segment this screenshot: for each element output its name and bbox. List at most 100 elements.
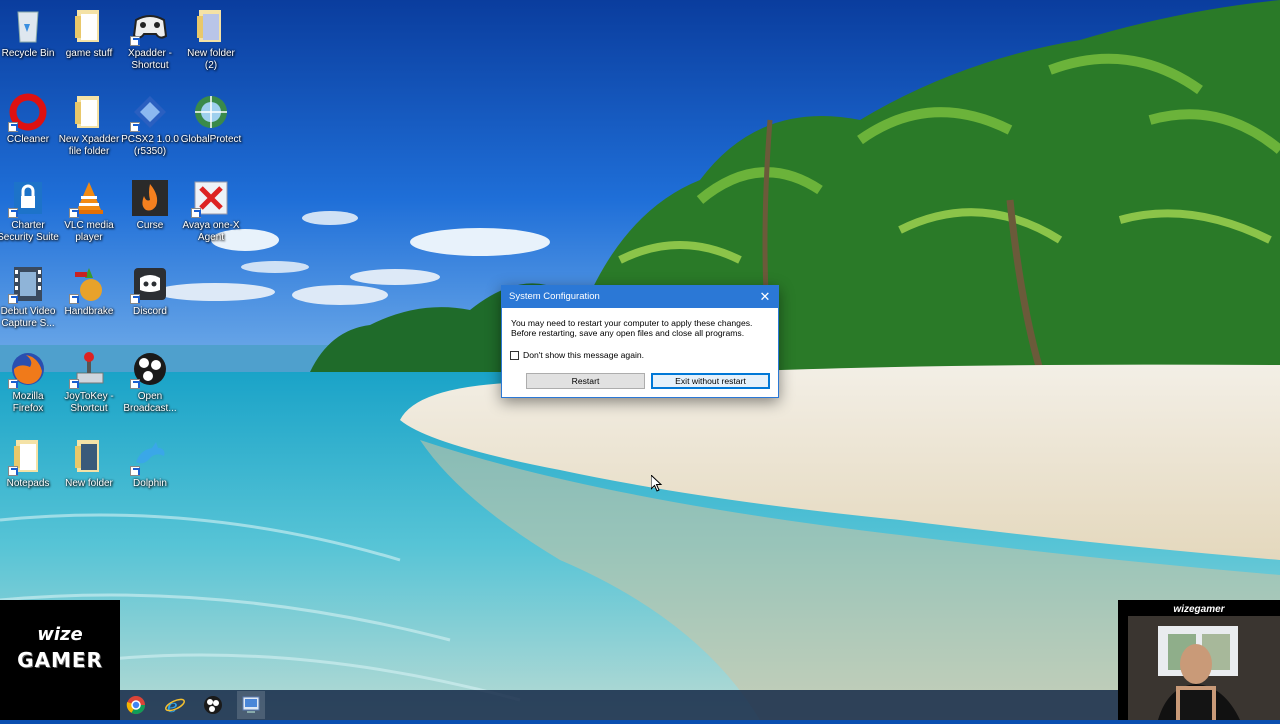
shortcut-arrow-icon [191, 208, 201, 218]
desktop-icon-label: New folder [65, 478, 113, 489]
ccleaner-icon [8, 92, 48, 132]
folder-icon [69, 92, 109, 132]
internet-explorer-icon[interactable]: e [164, 694, 186, 717]
desktop-icon-recycle-bin[interactable]: Recycle Bin [0, 6, 59, 60]
pineapple-icon [69, 264, 109, 304]
logo-text-bottom: GAMER [17, 648, 103, 672]
desktop-icon-label: New Xpadder file folder [58, 134, 120, 157]
shortcut-arrow-icon [8, 208, 18, 218]
folder-icon [69, 6, 109, 46]
desktop-icon-debut-video[interactable]: Debut Video Capture S... [0, 264, 59, 330]
desktop-icon-label: Charter Security Suite [0, 220, 59, 243]
dont-show-again-checkbox[interactable] [510, 350, 519, 360]
desktop-icon-label: GlobalProtect [180, 134, 242, 145]
webcam-feed [1128, 616, 1280, 720]
shortcut-arrow-icon [130, 122, 140, 132]
desktop-icon-xpadder[interactable]: Xpadder - Shortcut [119, 6, 181, 72]
exit-without-restart-button[interactable]: Exit without restart [651, 373, 770, 389]
desktop-icon-charter-security[interactable]: Charter Security Suite [0, 178, 59, 244]
firefox-icon [8, 349, 48, 389]
obs-icon [130, 349, 170, 389]
shortcut-arrow-icon [69, 294, 79, 304]
dialog-title: System Configuration [509, 291, 600, 302]
desktop-icon-label: Open Broadcast... [123, 391, 177, 414]
desktop-icon-label: PCSX2 1.0.0 (r5350) [121, 134, 179, 157]
desktop-icon-new-xpadder-folder[interactable]: New Xpadder file folder [58, 92, 120, 158]
desktop-icon-handbrake[interactable]: Handbrake [58, 264, 120, 318]
desktop-icon-label: Avaya one-X Agent [182, 220, 240, 243]
shortcut-arrow-icon [69, 208, 79, 218]
system-config-icon[interactable] [237, 691, 265, 719]
desktop-icon-obs[interactable]: Open Broadcast... [119, 349, 181, 415]
shortcut-arrow-icon [8, 122, 18, 132]
desktop-icon-firefox[interactable]: Mozilla Firefox [0, 349, 59, 415]
film-icon [8, 264, 48, 304]
taskbar: e [120, 690, 1118, 720]
desktop-icon-new-folder[interactable]: New folder [58, 436, 120, 490]
channel-logo: wize GAMER [0, 600, 120, 720]
globe-icon [191, 92, 231, 132]
desktop-icon-avaya[interactable]: Avaya one-X Agent [180, 178, 242, 244]
webcam-overlay: wizegamer [1118, 600, 1280, 720]
desktop-icon-curse[interactable]: Curse [119, 178, 181, 232]
recycle-bin-icon [8, 6, 48, 46]
shortcut-arrow-icon [130, 466, 140, 476]
desktop-icon-joytokey[interactable]: JoyToKey - Shortcut [58, 349, 120, 415]
logo-text-top: wize [37, 624, 83, 645]
shortcut-arrow-icon [130, 294, 140, 304]
desktop-icon-dolphin[interactable]: Dolphin [119, 436, 181, 490]
webcam-name: wizegamer [1173, 604, 1225, 615]
desktop-icon-globalprotect[interactable]: GlobalProtect [180, 92, 242, 146]
desktop-icon-game-stuff[interactable]: game stuff [58, 6, 120, 60]
desktop-icon-label: Recycle Bin [1, 48, 55, 59]
desktop-icon-label: Curse [136, 220, 164, 231]
desktop-icon-label: JoyToKey - Shortcut [64, 391, 114, 414]
desktop-icon-notepads[interactable]: Notepads [0, 436, 59, 490]
desktop-icon-label: CCleaner [6, 134, 50, 145]
shortcut-arrow-icon [8, 294, 18, 304]
desktop-icon-label: Handbrake [64, 306, 114, 317]
chrome-icon[interactable] [125, 694, 147, 716]
system-configuration-dialog: System Configuration ✕ You may need to r… [501, 285, 779, 398]
flame-icon [130, 178, 170, 218]
avaya-icon [191, 178, 231, 218]
shortcut-arrow-icon [8, 379, 18, 389]
gamepad-icon [130, 6, 170, 46]
shortcut-arrow-icon [130, 36, 140, 46]
dont-show-again-row[interactable]: Don't show this message again. [510, 350, 770, 360]
folder-icon [191, 6, 231, 46]
desktop-icon-label: Discord [133, 306, 167, 317]
obs-icon[interactable] [202, 694, 224, 716]
dont-show-again-label[interactable]: Don't show this message again. [523, 350, 644, 360]
folder-icon [69, 436, 109, 476]
shortcut-arrow-icon [130, 379, 140, 389]
joystick-icon [69, 349, 109, 389]
desktop-icon-vlc[interactable]: VLC media player [58, 178, 120, 244]
desktop-icon-new-folder-2[interactable]: New folder (2) [180, 6, 242, 72]
pcsx2-icon [130, 92, 170, 132]
desktop-icon-label: VLC media player [64, 220, 114, 243]
desktop-icon-label: Xpadder - Shortcut [128, 48, 172, 71]
discord-icon [130, 264, 170, 304]
shortcut-arrow-icon [8, 466, 18, 476]
desktop-icon-discord[interactable]: Discord [119, 264, 181, 318]
desktop-icon-pcsx2[interactable]: PCSX2 1.0.0 (r5350) [119, 92, 181, 158]
dialog-titlebar[interactable]: System Configuration ✕ [502, 286, 778, 308]
dialog-message-line-1: You may need to restart your computer to… [511, 318, 753, 328]
shortcut-arrow-icon [69, 379, 79, 389]
vlc-cone-icon [69, 178, 109, 218]
desktop-icon-ccleaner[interactable]: CCleaner [0, 92, 59, 146]
desktop-icon-label: Debut Video Capture S... [0, 306, 56, 329]
lock-icon [8, 178, 48, 218]
desktop-icon-label: game stuff [65, 48, 113, 59]
desktop-icon-label: Mozilla Firefox [12, 391, 44, 414]
desktop-icon-label: Dolphin [133, 478, 167, 489]
desktop-icon-label: New folder (2) [187, 48, 235, 71]
svg-text:e: e [167, 696, 178, 716]
dolphin-icon [130, 436, 170, 476]
restart-button[interactable]: Restart [526, 373, 645, 389]
mouse-cursor-icon [651, 475, 663, 492]
folder-icon [8, 436, 48, 476]
close-icon[interactable]: ✕ [752, 286, 778, 308]
desktop-icon-label: Notepads [6, 478, 50, 489]
